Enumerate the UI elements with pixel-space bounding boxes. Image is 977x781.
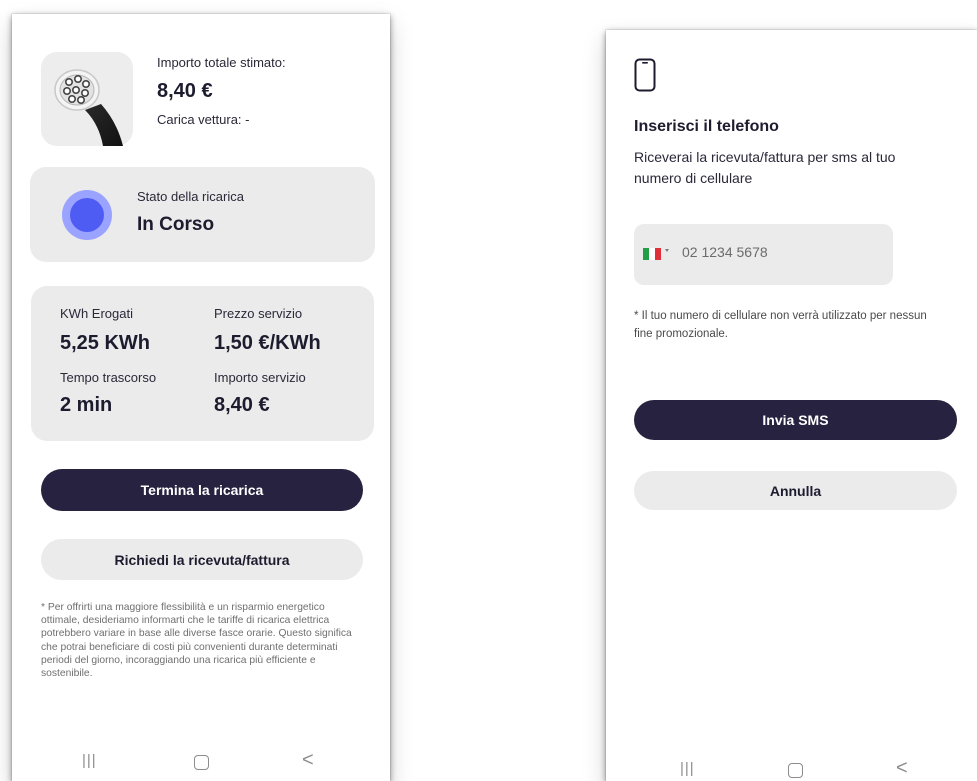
enter-phone-screen: Inserisci il telefono Riceverai la ricev… [606,30,977,781]
nav-recent-icon[interactable]: ||| [82,752,97,769]
status-dot-icon [62,190,112,240]
nav-back-icon[interactable]: < [302,749,314,772]
status-value: In Corso [137,214,215,235]
ev-charger-plug-icon [54,69,123,146]
kwh-value: 5,25 KWh [60,332,151,354]
dropdown-caret-icon[interactable] [665,249,669,252]
amount-value: 8,40 € [214,394,270,416]
nav-home-icon[interactable] [788,763,803,778]
price-value: 1,50 €/KWh [214,332,321,354]
charger-thumbnail [41,52,133,146]
page-subtitle: Riceverai la ricevuta/fattura per sms al… [634,149,896,186]
phone-input-field[interactable]: 02 1234 5678 [634,224,893,285]
kwh-label: KWh Erogati [60,306,133,321]
tariff-disclaimer: * Per offrirti una maggiore flessibilità… [41,602,352,680]
time-label: Tempo trascorso [60,370,157,385]
stats-card: KWh Erogati 5,25 KWh Prezzo servizio 1,5… [31,286,374,441]
time-value: 2 min [60,394,113,416]
total-label: Importo totale stimato: [157,55,286,70]
nav-back-icon[interactable]: < [896,757,908,780]
price-label: Prezzo servizio [214,306,303,321]
nav-recent-icon[interactable]: ||| [680,760,695,777]
cancel-button[interactable]: Annulla [634,471,957,510]
request-receipt-button[interactable]: Richiedi la ricevuta/fattura [41,539,363,580]
charging-session-screen: Importo totale stimato: 8,40 € Carica ve… [12,14,390,781]
page-title: Inserisci il telefono [634,118,779,135]
end-charging-button[interactable]: Termina la ricarica [41,469,363,511]
privacy-note: * Il tuo numero di cellulare non verrà u… [634,310,927,340]
total-value: 8,40 € [157,80,213,102]
phone-input-placeholder[interactable]: 02 1234 5678 [682,244,768,260]
nav-home-icon[interactable] [194,755,209,770]
amount-label: Importo servizio [214,370,306,385]
italy-flag-icon[interactable] [643,247,661,265]
send-sms-button[interactable]: Invia SMS [634,400,957,440]
car-charge-text: Carica vettura: - [157,112,250,127]
status-card: Stato della ricarica In Corso [30,167,375,262]
smartphone-icon [634,58,656,97]
status-label: Stato della ricarica [137,189,244,204]
